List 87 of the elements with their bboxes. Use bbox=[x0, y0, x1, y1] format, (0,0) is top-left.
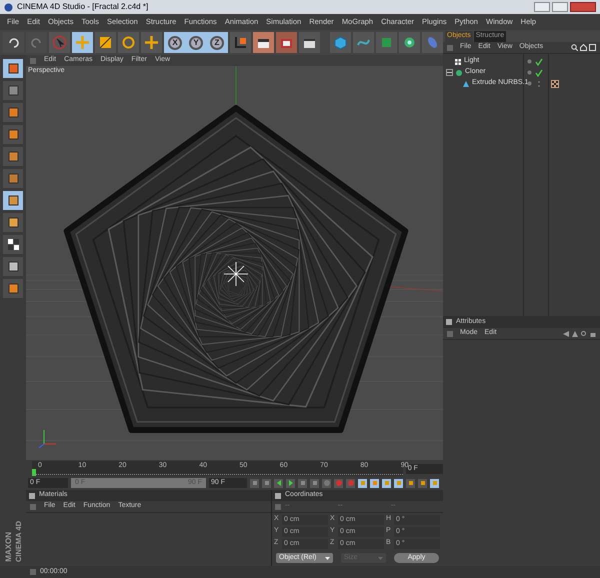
record-icon bbox=[324, 480, 330, 486]
new-panel-icon bbox=[589, 44, 596, 51]
go-to-end-button[interactable] bbox=[310, 478, 319, 488]
cube-icon bbox=[333, 35, 348, 50]
deformer-icon bbox=[425, 35, 440, 50]
nurbs-icon bbox=[379, 35, 394, 50]
visibility-dot-icon bbox=[527, 70, 532, 75]
record-button[interactable] bbox=[322, 478, 331, 488]
spline-button[interactable] bbox=[353, 32, 374, 53]
grip-icon bbox=[30, 504, 36, 510]
previous-key-button[interactable] bbox=[262, 478, 271, 488]
window-title: CINEMA 4D Studio - [Fractal 2.c4d *] bbox=[17, 1, 148, 13]
add-object-button[interactable] bbox=[141, 32, 162, 53]
keyframe-icon bbox=[348, 480, 354, 486]
scale-tool-icon bbox=[98, 35, 113, 50]
panel-icon bbox=[446, 319, 452, 325]
checker-button[interactable] bbox=[3, 235, 23, 254]
model-button[interactable] bbox=[3, 81, 23, 100]
cube-button[interactable] bbox=[330, 32, 351, 53]
cloner-icon bbox=[402, 35, 417, 50]
enabled-check[interactable] bbox=[535, 58, 543, 66]
pla-key-button[interactable] bbox=[418, 478, 427, 488]
up-icon bbox=[572, 330, 578, 336]
maximize-button[interactable] bbox=[552, 2, 568, 12]
select-tool-icon bbox=[52, 35, 67, 50]
checker-icon bbox=[6, 238, 20, 251]
spheres-button[interactable] bbox=[3, 279, 23, 298]
add-object-icon bbox=[144, 35, 159, 50]
grip-icon bbox=[275, 504, 281, 510]
points-mode-button[interactable] bbox=[3, 103, 23, 122]
minimize-button[interactable] bbox=[534, 2, 550, 12]
grip-icon bbox=[30, 58, 36, 64]
material-tag-icon bbox=[551, 80, 559, 88]
play-button[interactable] bbox=[286, 478, 295, 488]
coordinate-system-button[interactable] bbox=[230, 32, 251, 53]
grip-icon bbox=[447, 330, 453, 336]
panel-icon bbox=[29, 492, 35, 498]
play-backward-button[interactable] bbox=[274, 478, 283, 488]
coordinate-system-icon bbox=[233, 35, 248, 50]
go-to-start-button[interactable] bbox=[250, 478, 259, 488]
autokey-icon bbox=[336, 480, 342, 486]
grip-icon bbox=[30, 569, 36, 575]
object-icon bbox=[454, 58, 462, 66]
render-picture-button[interactable] bbox=[276, 32, 297, 53]
move-tool-icon bbox=[75, 35, 90, 50]
panel-icon bbox=[275, 492, 281, 498]
visibility-dot-icon bbox=[527, 81, 532, 86]
visibility-dot-icon bbox=[527, 59, 532, 64]
minus-icon bbox=[447, 70, 452, 75]
undo-icon bbox=[6, 35, 21, 50]
scale-tool-button[interactable] bbox=[95, 32, 116, 53]
back-icon bbox=[563, 330, 569, 336]
rotate-tool-button[interactable] bbox=[118, 32, 139, 53]
search-icon bbox=[571, 44, 578, 51]
logo-text: MAXON bbox=[4, 532, 12, 562]
expand-toggle[interactable] bbox=[446, 69, 453, 76]
sphere-icon bbox=[4, 2, 13, 12]
play-backward-icon bbox=[276, 480, 282, 486]
light-icon bbox=[224, 262, 248, 286]
options-button[interactable] bbox=[430, 478, 439, 488]
axis-button[interactable] bbox=[3, 213, 23, 232]
edges-mode-button[interactable] bbox=[3, 125, 23, 144]
undo-button[interactable] bbox=[3, 32, 24, 53]
texture-button[interactable] bbox=[3, 169, 23, 188]
next-key-button[interactable] bbox=[298, 478, 307, 488]
caret-icon bbox=[324, 556, 330, 560]
position-key-button[interactable] bbox=[358, 478, 367, 488]
lock-icon bbox=[590, 330, 596, 336]
enabled-check[interactable] bbox=[535, 68, 543, 76]
layout-button[interactable] bbox=[3, 59, 23, 78]
scale-key-button[interactable] bbox=[370, 478, 379, 488]
rotation-key-button[interactable] bbox=[382, 478, 391, 488]
play-icon bbox=[288, 480, 294, 486]
select-tool-button[interactable] bbox=[49, 32, 70, 53]
snap-button[interactable] bbox=[3, 257, 23, 276]
render-view-button[interactable] bbox=[253, 32, 274, 53]
polygons-mode-button[interactable] bbox=[3, 147, 23, 166]
caret-icon bbox=[378, 556, 383, 560]
cloner-button[interactable] bbox=[399, 32, 420, 53]
rotate-tool-icon bbox=[121, 35, 136, 50]
home-icon bbox=[580, 44, 587, 51]
render-settings-button[interactable] bbox=[299, 32, 320, 53]
points-key-button[interactable] bbox=[406, 478, 415, 488]
grip-icon bbox=[447, 44, 453, 50]
search-icon bbox=[581, 330, 587, 336]
parameter-key-button[interactable] bbox=[394, 478, 403, 488]
workplane-button[interactable] bbox=[3, 191, 23, 210]
